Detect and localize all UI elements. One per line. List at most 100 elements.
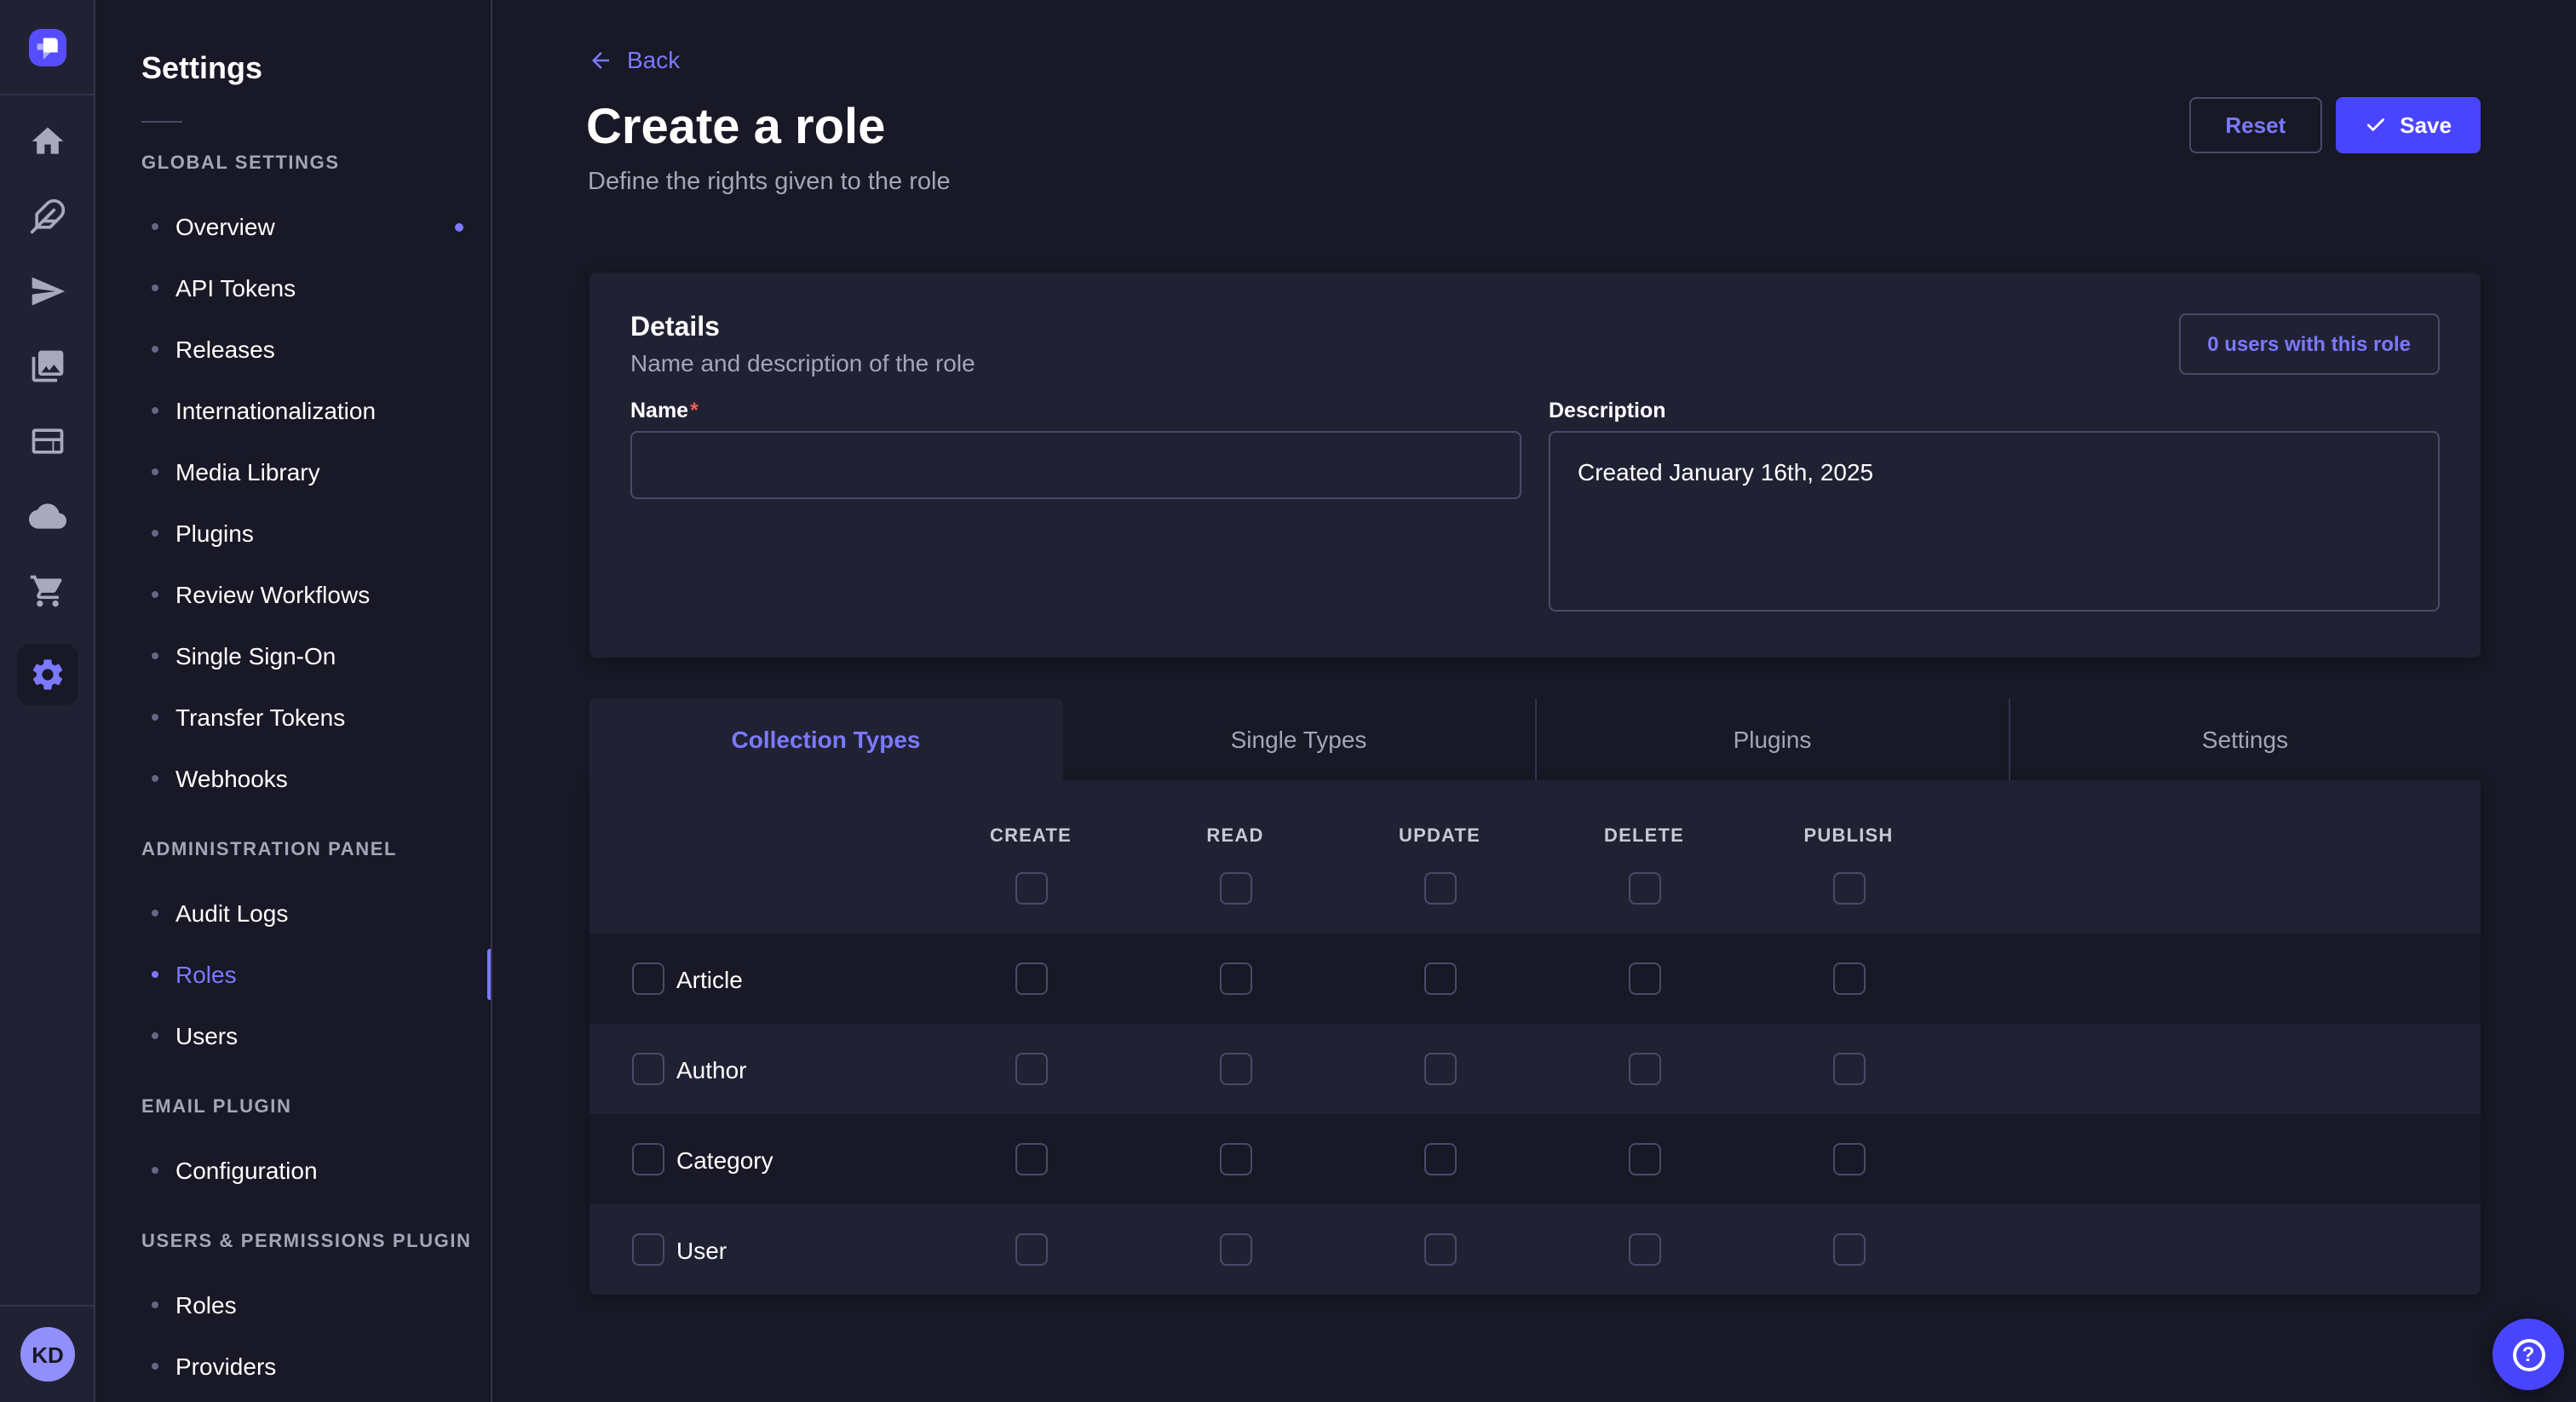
users-with-role-button[interactable]: 0 users with this role [2178, 313, 2440, 375]
strapi-admin-app: KD Settings GLOBAL SETTINGS Overview API T… [0, 0, 2576, 1402]
save-button[interactable]: Save [2335, 97, 2481, 153]
category-row-checkbox[interactable] [632, 1143, 664, 1175]
select-all-create-checkbox[interactable] [1015, 872, 1047, 905]
select-all-update-checkbox[interactable] [1423, 872, 1456, 905]
sidebar-item-label: Plugins [175, 520, 254, 547]
column-header-read: READ [1206, 826, 1263, 848]
select-all-read-checkbox[interactable] [1219, 872, 1251, 905]
column-header-update: UPDATE [1399, 826, 1481, 848]
description-textarea[interactable]: Created January 16th, 2025 [1549, 431, 2440, 612]
select-all-publish-checkbox[interactable] [1832, 872, 1865, 905]
bullet-icon [152, 775, 158, 782]
paper-plane-icon[interactable] [25, 269, 69, 313]
notification-dot [455, 223, 463, 232]
tab-settings[interactable]: Settings [2008, 698, 2481, 780]
help-button[interactable]: ? [2493, 1319, 2564, 1390]
category-delete-checkbox[interactable] [1628, 1143, 1660, 1175]
workspace-logo-button[interactable] [0, 0, 94, 95]
permissions-table: CREATEREADUPDATEDELETEPUBLISH ArticleAut… [589, 780, 2481, 1295]
bullet-icon [152, 223, 158, 230]
reset-button[interactable]: Reset [2189, 97, 2321, 153]
sidebar-item-label: Internationalization [175, 397, 376, 424]
tab-single-types[interactable]: Single Types [1062, 698, 1535, 780]
article-row-checkbox[interactable] [632, 962, 664, 995]
question-mark-icon: ? [2512, 1338, 2544, 1370]
sidebar-item-configuration[interactable]: Configuration [97, 1140, 491, 1201]
permissions-section: Collection TypesSingle TypesPluginsSetti… [589, 698, 2481, 1295]
name-label: Name* [630, 399, 1521, 422]
user-row-checkbox[interactable] [632, 1233, 664, 1266]
bullet-icon [152, 910, 158, 916]
author-read-checkbox[interactable] [1219, 1053, 1251, 1085]
sidebar-item-roles[interactable]: Roles [97, 1274, 491, 1336]
sidebar-item-label: Transfer Tokens [175, 704, 345, 731]
main-nav-rail: KD [0, 0, 95, 1402]
sidebar-item-releases[interactable]: Releases [97, 319, 491, 380]
author-publish-checkbox[interactable] [1832, 1053, 1865, 1085]
sidebar-item-audit-logs[interactable]: Audit Logs [97, 882, 491, 944]
sidebar-item-overview[interactable]: Overview [97, 196, 491, 257]
user-update-checkbox[interactable] [1423, 1233, 1456, 1266]
sidebar-item-plugins[interactable]: Plugins [97, 503, 491, 564]
settings-gear-icon[interactable] [16, 644, 78, 705]
sidebar-item-roles[interactable]: Roles [97, 944, 491, 1005]
category-read-checkbox[interactable] [1219, 1143, 1251, 1175]
user-read-checkbox[interactable] [1219, 1233, 1251, 1266]
layout-icon[interactable] [25, 419, 69, 463]
section-label-email-plugin: EMAIL PLUGIN [141, 1095, 491, 1119]
sidebar-item-label: Roles [175, 961, 237, 988]
category-create-checkbox[interactable] [1015, 1143, 1047, 1175]
section-label-administration-panel: ADMINISTRATION PANEL [141, 838, 491, 862]
user-avatar[interactable]: KD [20, 1327, 75, 1382]
user-delete-checkbox[interactable] [1628, 1233, 1660, 1266]
sidebar-item-webhooks[interactable]: Webhooks [97, 748, 491, 809]
user-create-checkbox[interactable] [1015, 1233, 1047, 1266]
table-row-user: User [589, 1204, 2481, 1295]
cloud-icon[interactable] [25, 494, 69, 538]
article-create-checkbox[interactable] [1015, 962, 1047, 995]
sidebar-item-review-workflows[interactable]: Review Workflows [97, 564, 491, 625]
author-update-checkbox[interactable] [1423, 1053, 1456, 1085]
author-row-checkbox[interactable] [632, 1053, 664, 1085]
article-read-checkbox[interactable] [1219, 962, 1251, 995]
author-delete-checkbox[interactable] [1628, 1053, 1660, 1085]
category-update-checkbox[interactable] [1423, 1143, 1456, 1175]
sidebar-item-label: API Tokens [175, 274, 296, 302]
section-label-users-permissions-plugin: USERS & PERMISSIONS PLUGIN [141, 1230, 491, 1254]
article-delete-checkbox[interactable] [1628, 962, 1660, 995]
sidebar-item-label: Releases [175, 336, 275, 363]
tab-plugins[interactable]: Plugins [1535, 698, 2008, 780]
sidebar-item-media-library[interactable]: Media Library [97, 441, 491, 503]
sidebar-item-single-sign-on[interactable]: Single Sign-On [97, 625, 491, 687]
cart-icon[interactable] [25, 569, 69, 613]
media-library-icon[interactable] [25, 344, 69, 388]
user-publish-checkbox[interactable] [1832, 1233, 1865, 1266]
article-update-checkbox[interactable] [1423, 962, 1456, 995]
description-label: Description [1549, 399, 2440, 422]
home-icon[interactable] [25, 119, 69, 164]
bullet-icon [152, 1363, 158, 1370]
section-label-global-settings: GLOBAL SETTINGS [141, 152, 491, 175]
row-label: Author [676, 1055, 747, 1083]
back-label: Back [627, 46, 680, 73]
feather-icon[interactable] [25, 194, 69, 238]
article-publish-checkbox[interactable] [1832, 962, 1865, 995]
sidebar-item-internationalization[interactable]: Internationalization [97, 380, 491, 441]
author-create-checkbox[interactable] [1015, 1053, 1047, 1085]
table-row-category: Category [589, 1114, 2481, 1204]
tab-collection-types[interactable]: Collection Types [589, 698, 1062, 780]
category-publish-checkbox[interactable] [1832, 1143, 1865, 1175]
bullet-icon [152, 591, 158, 598]
select-all-delete-checkbox[interactable] [1628, 872, 1660, 905]
page-title: Create a role [586, 99, 885, 157]
name-input[interactable] [630, 431, 1521, 499]
sidebar-item-providers[interactable]: Providers [97, 1336, 491, 1397]
back-link[interactable]: Back [588, 46, 680, 73]
sidebar-item-label: Audit Logs [175, 899, 288, 927]
sidebar-item-users[interactable]: Users [97, 1005, 491, 1066]
sidebar-item-transfer-tokens[interactable]: Transfer Tokens [97, 687, 491, 748]
sidebar-item-api-tokens[interactable]: API Tokens [97, 257, 491, 319]
save-label: Save [2400, 112, 2452, 138]
bullet-icon [152, 407, 158, 414]
arrow-left-icon [588, 47, 613, 72]
